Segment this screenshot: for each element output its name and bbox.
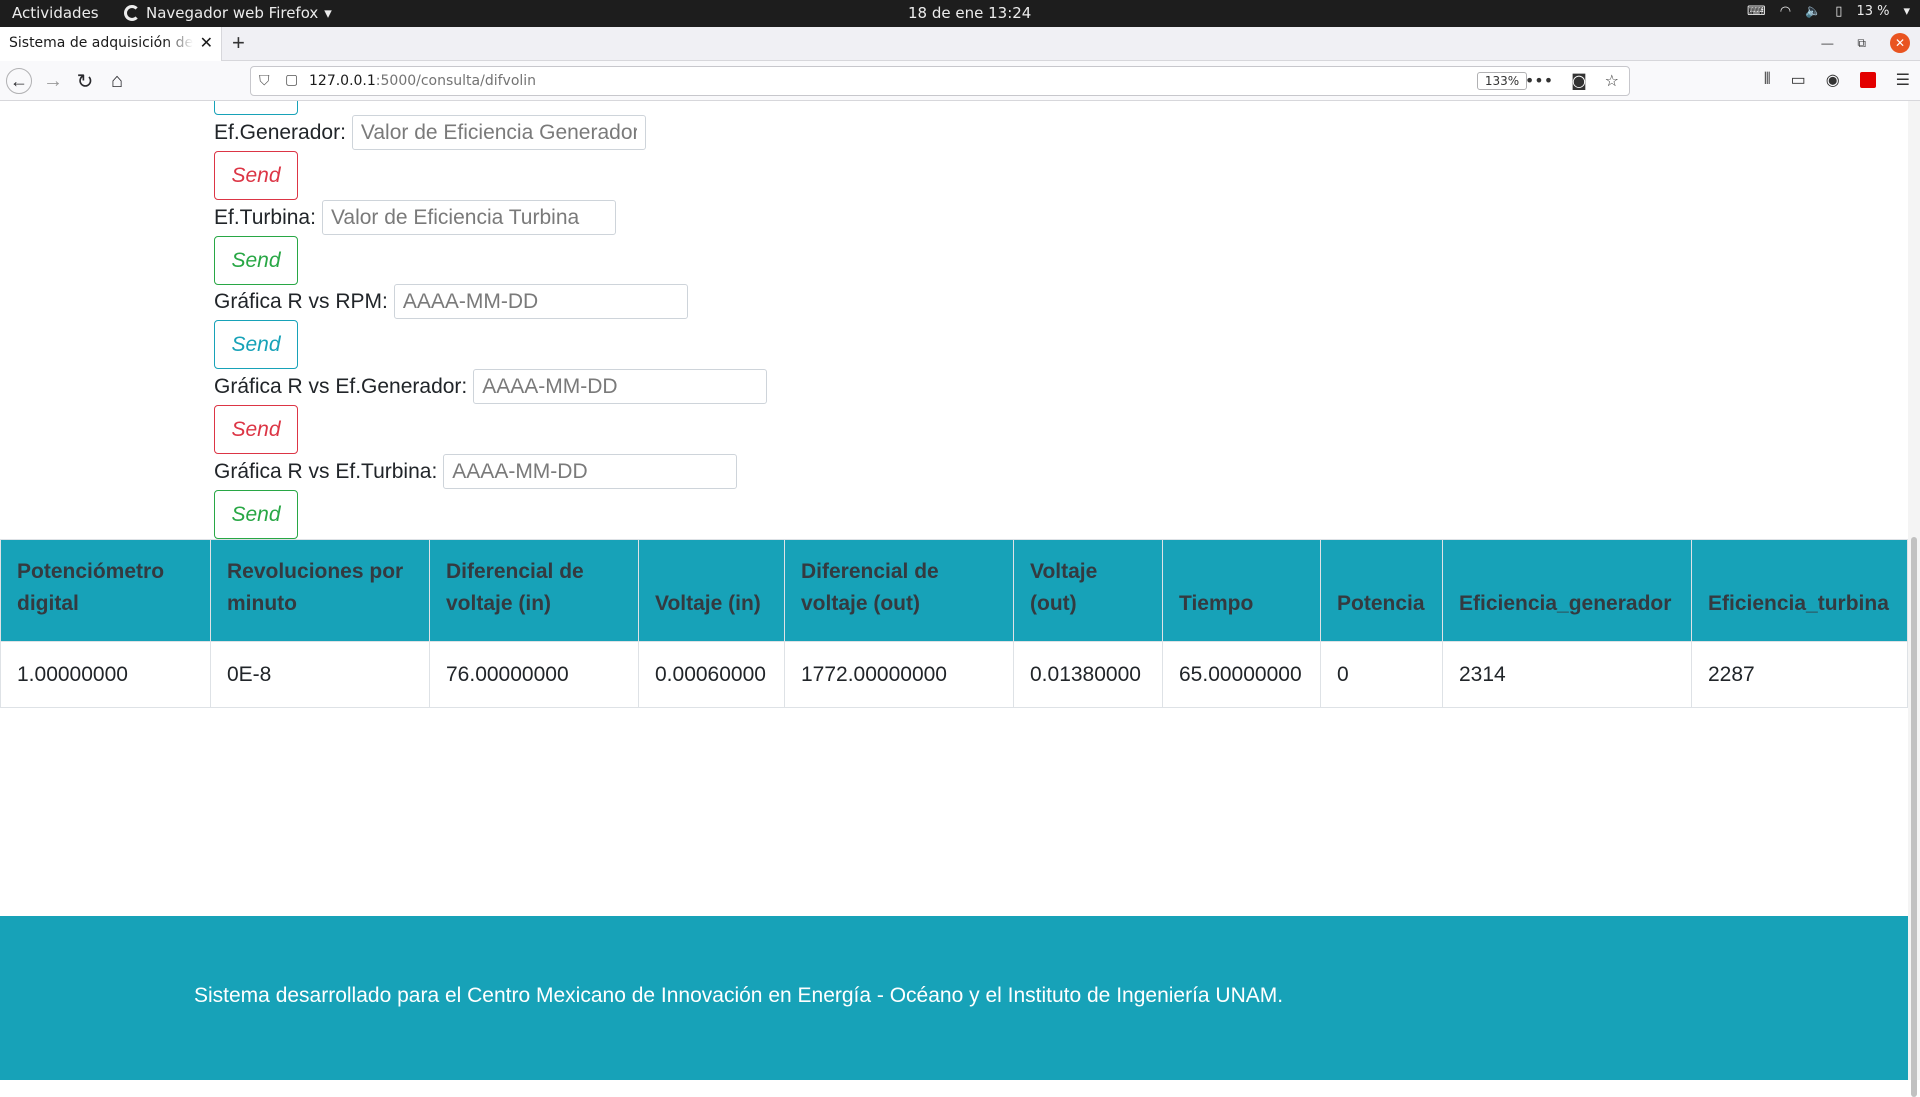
- account-icon[interactable]: ◉: [1826, 70, 1840, 90]
- field-ef-turbina: Ef.Turbina:: [214, 200, 616, 235]
- battery-level: 13 %: [1856, 4, 1890, 19]
- grafica-ef-generador-date-input[interactable]: [473, 369, 768, 404]
- column-header: Voltaje (in): [638, 539, 785, 642]
- pocket-icon[interactable]: ◙: [1571, 71, 1587, 90]
- zoom-level[interactable]: 133%: [1477, 72, 1527, 90]
- send-button-grafica-ef-generador[interactable]: Send: [214, 405, 298, 454]
- close-tab-icon[interactable]: ✕: [200, 33, 213, 52]
- page-content: Ef.Generador: Send Ef.Turbina: Send Gráf…: [0, 101, 1908, 1080]
- grafica-rpm-date-input[interactable]: [393, 284, 688, 319]
- send-button-grafica-ef-turbina[interactable]: Send: [214, 490, 298, 539]
- table-cell: 0E-8: [210, 641, 430, 708]
- table-cell: 76.00000000: [429, 641, 639, 708]
- browser-tab[interactable]: Sistema de adquisición de datos ✕: [0, 27, 222, 61]
- home-icon[interactable]: ⌂: [104, 68, 130, 94]
- field-label: Gráfica R vs Ef.Generador:: [214, 374, 468, 398]
- field-label: Ef.Turbina:: [214, 205, 316, 229]
- tray-chevron-icon: ▾: [1903, 4, 1910, 19]
- grafica-ef-turbina-date-input[interactable]: [443, 454, 738, 489]
- footer-text: Sistema desarrollado para el Centro Mexi…: [194, 984, 1284, 1007]
- bookmark-star-icon[interactable]: ☆: [1605, 71, 1619, 90]
- column-header: Tiempo: [1162, 539, 1321, 642]
- field-grafica-ef-turbina: Gráfica R vs Ef.Turbina:: [214, 454, 738, 489]
- send-button-ef-turbina[interactable]: Send: [214, 236, 298, 285]
- table-cell: 0.00060000: [638, 641, 785, 708]
- page-scrollbar[interactable]: [1908, 101, 1920, 1097]
- field-label: Ef.Generador:: [214, 120, 346, 144]
- system-top-bar: Actividades Navegador web Firefox ▾ 18 d…: [0, 0, 1920, 27]
- new-tab-icon[interactable]: +: [232, 30, 245, 56]
- clock[interactable]: 18 de ene 13:24: [908, 4, 1031, 22]
- table-cell: 1.00000000: [0, 641, 211, 708]
- ef-turbina-input[interactable]: [321, 200, 616, 235]
- url-host: 127.0.0.1: [309, 73, 376, 89]
- toolbar-right: ⫴ ▭ ◉ ☰: [1764, 70, 1910, 90]
- extension-icon[interactable]: [1859, 72, 1876, 88]
- activities-button[interactable]: Actividades: [12, 4, 99, 22]
- field-label: Gráfica R vs Ef.Turbina:: [214, 459, 438, 483]
- volume-icon: 🔈: [1805, 4, 1822, 19]
- url-path: :5000/consulta/difvolin: [375, 73, 537, 89]
- reload-icon[interactable]: ↻: [72, 68, 98, 94]
- table-cell: 2287: [1691, 641, 1908, 708]
- page-footer: Sistema desarrollado para el Centro Mexi…: [0, 916, 1908, 1080]
- page-info-icon[interactable]: ▢: [285, 72, 298, 88]
- send-button-ef-generador[interactable]: Send: [214, 151, 298, 200]
- app-name: Navegador web Firefox: [146, 4, 319, 22]
- field-grafica-ef-generador: Gráfica R vs Ef.Generador:: [214, 369, 768, 404]
- column-header: Diferencial de voltaje (out): [784, 539, 1014, 642]
- field-ef-generador: Ef.Generador:: [214, 115, 646, 150]
- scrollbar-thumb[interactable]: [1911, 537, 1917, 1097]
- tracking-shield-icon[interactable]: ⛉: [259, 73, 270, 89]
- page-actions-icon[interactable]: •••: [1525, 71, 1553, 90]
- sidebar-icon[interactable]: ▭: [1791, 70, 1806, 90]
- table-header-row: Potenciómetro digital Revoluciones por m…: [0, 539, 1908, 642]
- close-window-icon[interactable]: ✕: [1890, 33, 1910, 53]
- column-header: Potencia: [1320, 539, 1443, 642]
- system-tray[interactable]: ⌨ ◠ 🔈 ▯ 13 % ▾: [1747, 4, 1910, 19]
- window-controls: — ⧉ ✕: [1821, 33, 1910, 53]
- url-text[interactable]: 127.0.0.1:5000/consulta/difvolin: [309, 73, 536, 89]
- back-icon[interactable]: ←: [6, 68, 32, 94]
- maximize-icon[interactable]: ⧉: [1857, 36, 1866, 51]
- field-label: Gráfica R vs RPM:: [214, 289, 388, 313]
- forward-icon[interactable]: →: [40, 68, 66, 94]
- tab-bar: Sistema de adquisición de datos ✕ + — ⧉ …: [0, 27, 1920, 61]
- app-menu[interactable]: Navegador web Firefox ▾: [124, 4, 332, 22]
- send-button-grafica-rpm[interactable]: Send: [214, 320, 298, 369]
- menu-icon[interactable]: ☰: [1896, 70, 1910, 90]
- field-grafica-rpm: Gráfica R vs RPM:: [214, 284, 688, 319]
- library-icon[interactable]: ⫴: [1764, 71, 1771, 89]
- ef-generador-input[interactable]: [351, 115, 646, 150]
- table-cell: 0.01380000: [1013, 641, 1163, 708]
- tab-title: Sistema de adquisición de datos: [9, 35, 193, 51]
- chevron-down-icon: ▾: [324, 4, 332, 22]
- battery-icon: ▯: [1835, 4, 1843, 19]
- url-bar[interactable]: ⛉ ▢ 127.0.0.1:5000/consulta/difvolin 133…: [250, 66, 1630, 96]
- table-cell: 65.00000000: [1162, 641, 1321, 708]
- column-header: Eficiencia_generador: [1442, 539, 1692, 642]
- url-actions: ••• ◙ ☆: [1525, 71, 1619, 90]
- firefox-icon: [124, 5, 140, 21]
- keyboard-icon: ⌨: [1746, 4, 1766, 19]
- column-header: Potenciómetro digital: [0, 539, 211, 642]
- minimize-icon[interactable]: —: [1821, 36, 1833, 50]
- data-table: Potenciómetro digital Revoluciones por m…: [0, 539, 1908, 708]
- wifi-icon: ◠: [1779, 4, 1792, 19]
- navigation-toolbar: ← → ↻ ⌂ ⛉ ▢ 127.0.0.1:5000/consulta/difv…: [0, 61, 1920, 101]
- column-header: Eficiencia_turbina: [1691, 539, 1908, 642]
- table-cell: 2314: [1442, 641, 1692, 708]
- column-header: Revoluciones por minuto: [210, 539, 430, 642]
- table-row: 1.00000000 0E-8 76.00000000 0.00060000 1…: [0, 641, 1908, 708]
- table-cell: 0: [1320, 641, 1443, 708]
- column-header: Diferencial de voltaje (in): [429, 539, 639, 642]
- table-cell: 1772.00000000: [784, 641, 1014, 708]
- column-header: Voltaje (out): [1013, 539, 1163, 642]
- partial-send-button[interactable]: [214, 101, 298, 115]
